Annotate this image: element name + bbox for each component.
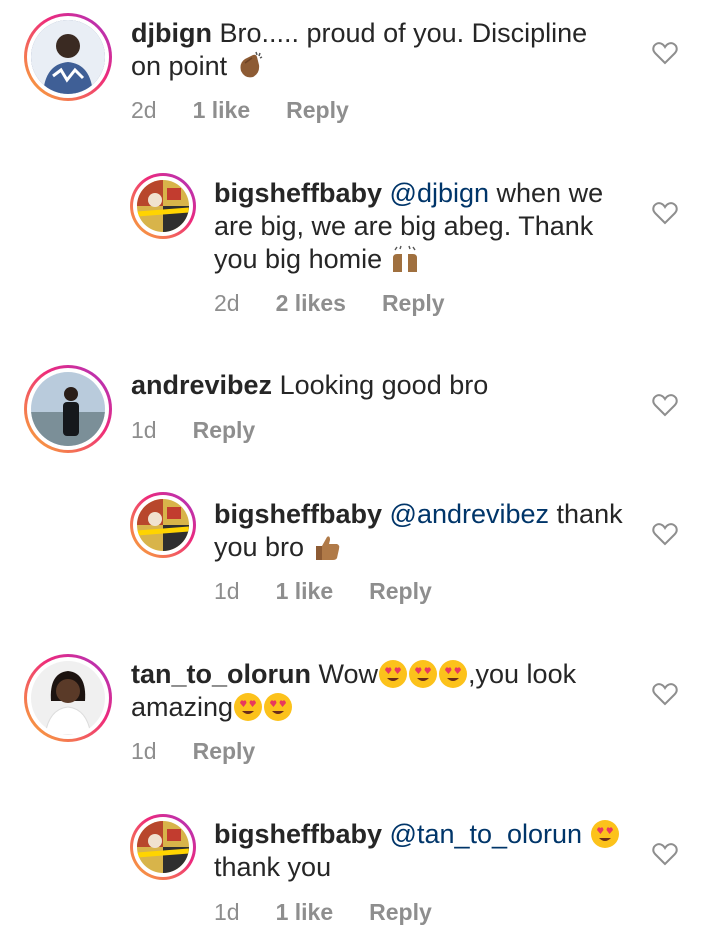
avatar-image: [137, 821, 189, 873]
like-heart-icon[interactable]: [652, 842, 678, 866]
mention-link[interactable]: @andrevibez: [390, 499, 550, 529]
like-heart-icon[interactable]: [652, 682, 678, 706]
comment-body: thank you: [214, 852, 332, 882]
comment-time: 2d: [131, 97, 157, 123]
comment: djbign Bro..... proud of you. Discipline…: [0, 0, 720, 140]
reply-button[interactable]: Reply: [286, 97, 349, 123]
heart-eyes-icon: [263, 692, 293, 722]
comment-meta: 1d 1 like Reply: [214, 577, 468, 605]
avatar-image: [137, 499, 189, 551]
comment-text: bigsheffbaby @djbign when we are big, we…: [214, 177, 614, 276]
comment-time: 2d: [214, 290, 240, 316]
comment-body: Looking good bro: [272, 370, 489, 400]
reply-button[interactable]: Reply: [369, 578, 432, 604]
heart-eyes-icon: [233, 692, 263, 722]
reply-button[interactable]: Reply: [193, 738, 256, 764]
heart-eyes-icon: [378, 659, 408, 689]
mention-link[interactable]: @tan_to_olorun: [390, 819, 583, 849]
comment-likes[interactable]: 1 like: [193, 97, 251, 123]
comment-likes[interactable]: 2 likes: [276, 290, 346, 316]
like-heart-icon[interactable]: [652, 393, 678, 417]
comment-text: bigsheffbaby @tan_to_olorun thank you: [214, 818, 634, 884]
comment-time: 1d: [131, 417, 157, 443]
comment: tan_to_olorun Wow ,you look amazing 1d Rep…: [0, 650, 720, 780]
comment-username[interactable]: andrevibez: [131, 370, 272, 400]
avatar-image: [31, 372, 105, 446]
comment-meta: 1d 1 like Reply: [214, 898, 468, 926]
comment-text: djbign Bro..... proud of you. Discipline…: [131, 17, 611, 83]
comment-text: bigsheffbaby @andrevibez thank you bro: [214, 498, 634, 564]
comment-likes[interactable]: 1 like: [276, 578, 334, 604]
comment-username[interactable]: tan_to_olorun: [131, 659, 311, 689]
comment-meta: 2d 1 like Reply: [131, 96, 385, 124]
comment-meta: 1d Reply: [131, 416, 291, 444]
avatar[interactable]: [24, 654, 112, 742]
comment-username[interactable]: bigsheffbaby: [214, 819, 382, 849]
avatar[interactable]: [130, 814, 196, 880]
comment-text: tan_to_olorun Wow ,you look amazing: [131, 658, 611, 724]
avatar[interactable]: [130, 173, 196, 239]
comment-meta: 1d Reply: [131, 737, 291, 765]
reply-button[interactable]: Reply: [193, 417, 256, 443]
raising-hands-icon: [390, 244, 420, 274]
comment-time: 1d: [131, 738, 157, 764]
avatar-image: [31, 20, 105, 94]
like-heart-icon[interactable]: [652, 522, 678, 546]
reply-comment: bigsheffbaby @tan_to_olorun thank you 1d…: [0, 810, 720, 941]
heart-eyes-icon: [408, 659, 438, 689]
heart-eyes-icon: [590, 819, 620, 849]
comment-time: 1d: [214, 899, 240, 925]
clapping-hands-icon: [235, 51, 265, 81]
comment-text: andrevibez Looking good bro: [131, 369, 611, 402]
avatar-image: [137, 180, 189, 232]
comment-time: 1d: [214, 578, 240, 604]
like-heart-icon[interactable]: [652, 201, 678, 225]
comment-username[interactable]: bigsheffbaby: [214, 499, 382, 529]
comment-body: Wow: [311, 659, 379, 689]
heart-eyes-icon: [438, 659, 468, 689]
comment: andrevibez Looking good bro 1d Reply: [0, 355, 720, 475]
comment-username[interactable]: djbign: [131, 18, 212, 48]
reply-button[interactable]: Reply: [382, 290, 445, 316]
comment-likes[interactable]: 1 like: [276, 899, 334, 925]
reply-comment: bigsheffbaby @djbign when we are big, we…: [0, 165, 720, 325]
mention-link[interactable]: @djbign: [390, 178, 489, 208]
thumbs-up-icon: [312, 532, 342, 562]
reply-comment: bigsheffbaby @andrevibez thank you bro 1…: [0, 488, 720, 618]
comment-username[interactable]: bigsheffbaby: [214, 178, 382, 208]
reply-button[interactable]: Reply: [369, 899, 432, 925]
avatar[interactable]: [24, 13, 112, 101]
avatar-image: [31, 661, 105, 735]
comment-meta: 2d 2 likes Reply: [214, 289, 481, 317]
like-heart-icon[interactable]: [652, 41, 678, 65]
avatar[interactable]: [130, 492, 196, 558]
avatar[interactable]: [24, 365, 112, 453]
